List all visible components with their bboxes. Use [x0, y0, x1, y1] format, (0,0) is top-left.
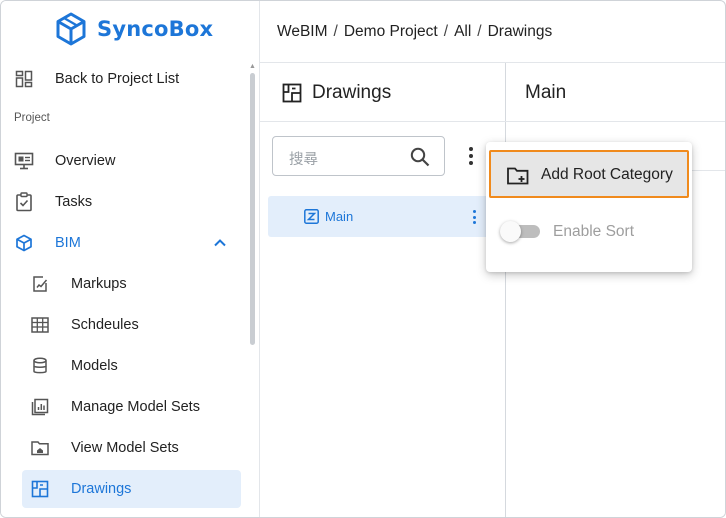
- chevron-up-icon[interactable]: [212, 235, 228, 251]
- sidebar: SyncoBox ▲ Back to Project List Project …: [1, 1, 260, 517]
- sidebar-item-models[interactable]: Models: [1, 347, 249, 385]
- table-grid-icon: [30, 315, 50, 335]
- back-to-project-list-link[interactable]: Back to Project List: [1, 60, 249, 98]
- sidebar-item-drawings[interactable]: Drawings: [22, 470, 241, 508]
- breadcrumb-separator: /: [333, 22, 338, 40]
- scrollbar-thumb[interactable]: [250, 73, 255, 345]
- more-options-icon[interactable]: [463, 144, 479, 168]
- breadcrumb-item-all[interactable]: All: [454, 23, 471, 40]
- search-input[interactable]: [273, 137, 413, 175]
- sidebar-item-label: Schdeules: [71, 317, 139, 333]
- scroll-up-arrow-icon[interactable]: ▲: [249, 63, 256, 70]
- drawings-icon: [282, 83, 302, 103]
- tree-item-main[interactable]: Main: [268, 196, 498, 237]
- brand-logo[interactable]: SyncoBox: [53, 9, 213, 49]
- sidebar-scrollbar[interactable]: ▲: [249, 63, 256, 347]
- breadcrumb-item-webim[interactable]: WeBIM: [277, 23, 328, 40]
- top-bar: WeBIM / Demo Project / All / Drawings: [260, 1, 725, 63]
- context-menu: Add Root Category Enable Sort: [486, 142, 692, 272]
- sidebar-item-view-model-sets[interactable]: View Model Sets: [1, 429, 249, 467]
- main-content: Main e: [506, 63, 725, 517]
- divider: [506, 121, 725, 122]
- drawings-panel-header: Drawings: [282, 81, 391, 105]
- brand-name: SyncoBox: [97, 17, 214, 41]
- project-section-label: Project: [14, 112, 50, 124]
- folder-home-icon: [30, 438, 50, 458]
- sidebar-item-label: Markups: [71, 276, 127, 292]
- dashboard-grid-icon: [14, 69, 34, 89]
- sidebar-item-label: Manage Model Sets: [71, 399, 200, 415]
- model-sets-icon: [30, 397, 50, 417]
- sidebar-item-tasks[interactable]: Tasks: [1, 183, 249, 221]
- markup-icon: [30, 274, 50, 294]
- main-title: Main: [525, 82, 567, 103]
- back-to-project-list-label: Back to Project List: [55, 71, 180, 87]
- enable-sort-toggle[interactable]: Enable Sort: [500, 219, 690, 243]
- add-root-category-label: Add Root Category: [541, 166, 673, 183]
- toggle-knob[interactable]: [500, 221, 521, 242]
- folder-add-icon: [507, 167, 529, 185]
- sidebar-item-markups[interactable]: Markups: [1, 265, 249, 303]
- category-z-icon: [304, 209, 319, 224]
- breadcrumb-separator: /: [443, 22, 449, 40]
- breadcrumb-separator: /: [477, 22, 482, 40]
- monitor-icon: [14, 151, 34, 171]
- breadcrumb-item-drawings: Drawings: [487, 22, 553, 40]
- search-icon[interactable]: [409, 146, 431, 168]
- add-root-category-menu-item[interactable]: Add Root Category: [489, 150, 689, 198]
- syncobox-logo-icon: [56, 12, 86, 46]
- enable-sort-label: Enable Sort: [553, 223, 634, 240]
- breadcrumb: WeBIM / Demo Project / All / Drawings: [277, 23, 552, 41]
- sidebar-item-overview[interactable]: Overview: [1, 142, 249, 180]
- sidebar-item-label: BIM: [55, 235, 81, 251]
- breadcrumb-item-project[interactable]: Demo Project: [344, 23, 438, 40]
- sidebar-item-schedules[interactable]: Schdeules: [1, 306, 249, 344]
- clipboard-check-icon: [14, 192, 34, 212]
- drawings-panel-title: Drawings: [312, 82, 392, 103]
- sidebar-item-manage-model-sets[interactable]: Manage Model Sets: [1, 388, 249, 426]
- search-box[interactable]: 搜尋: [272, 136, 445, 176]
- sidebar-item-label: Tasks: [55, 194, 93, 210]
- sidebar-item-label: Overview: [55, 153, 116, 169]
- drawings-icon: [30, 479, 50, 499]
- cube-icon: [14, 233, 34, 253]
- tree-item-more-icon[interactable]: [473, 210, 477, 224]
- sidebar-item-label: Drawings: [71, 481, 132, 497]
- sidebar-item-label: View Model Sets: [71, 440, 179, 456]
- divider: [260, 121, 506, 122]
- database-icon: [30, 356, 50, 376]
- app-window: SyncoBox ▲ Back to Project List Project …: [0, 0, 726, 518]
- drawings-panel: Drawings 搜尋 Main: [260, 63, 506, 517]
- tree-item-label: Main: [325, 209, 354, 224]
- sidebar-item-bim[interactable]: BIM: [1, 224, 249, 262]
- sidebar-item-label: Models: [71, 358, 118, 374]
